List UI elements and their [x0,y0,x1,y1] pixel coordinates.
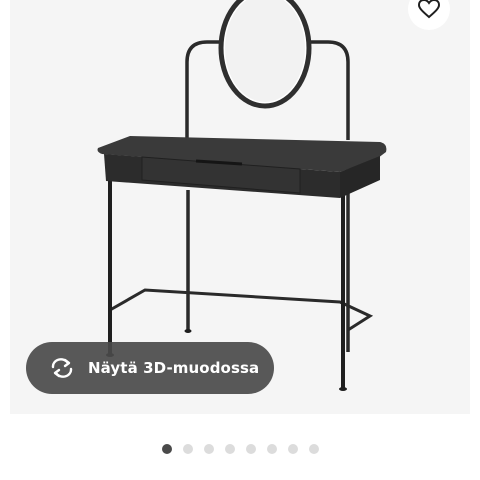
view-3d-label: Näytä 3D-muodossa [88,359,260,377]
product-page: Näytä 3D-muodossa [0,0,480,480]
pager-dot[interactable] [308,444,319,454]
pager-dot[interactable] [161,444,172,454]
pager-dot[interactable] [203,444,214,454]
pager-dot[interactable] [287,444,298,454]
pager-dot[interactable] [224,444,235,454]
image-pager [0,443,480,455]
pager-dot[interactable] [182,444,193,454]
heart-icon [418,0,440,19]
pager-dot[interactable] [266,444,277,454]
view-3d-button[interactable]: Näytä 3D-muodossa [26,342,274,394]
pager-dot[interactable] [245,444,256,454]
rotate-arrows-icon [48,354,76,382]
